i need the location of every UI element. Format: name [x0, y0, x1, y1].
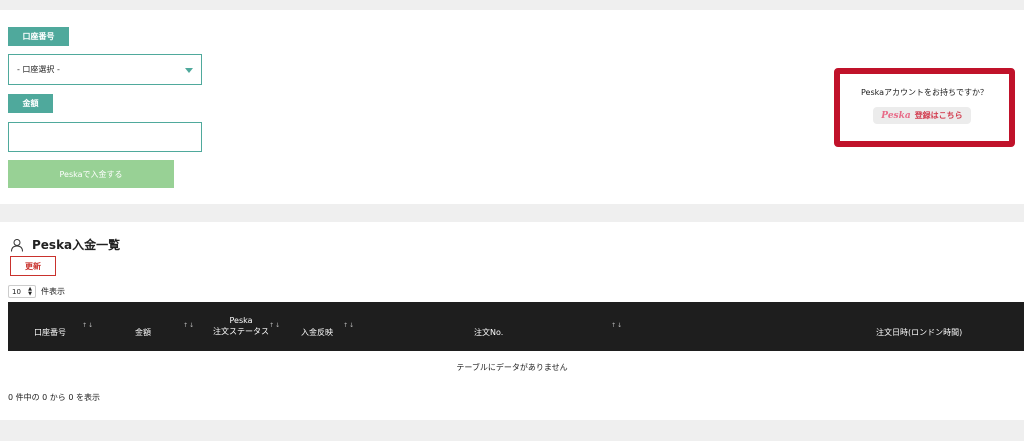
sort-icon[interactable]: ↑↓	[183, 322, 195, 329]
column-account-number[interactable]: 口座番号	[34, 327, 66, 338]
sort-icon[interactable]: ↑↓	[611, 322, 623, 329]
refresh-button[interactable]: 更新	[10, 256, 56, 276]
page-length-control: 10 ▲ ▼ 件表示	[8, 285, 65, 298]
sort-icon[interactable]: ↑↓	[343, 322, 355, 329]
register-label: 登録はこちら	[914, 111, 963, 120]
table-header: 口座番号 ↑↓ 金額 ↑↓ Peska 注文ステータス ↑↓ 入金反映 ↑↓ 注…	[8, 302, 1024, 351]
column-peska-status-line2: 注文ステータス	[213, 327, 269, 336]
deposit-form-panel: 口座番号 - 口座選択 - 金額 Peskaで入金する Peskaアカウントをお…	[0, 10, 1024, 204]
account-select-value: - 口座選択 -	[17, 65, 60, 74]
user-icon	[11, 238, 23, 252]
list-header: Peska入金一覧	[10, 236, 120, 253]
column-order-datetime[interactable]: 注文日時(ロンドン時間)	[876, 327, 962, 338]
empty-table-message: テーブルにデータがありません	[456, 363, 568, 372]
updown-arrows-icon: ▲ ▼	[28, 286, 32, 297]
column-amount[interactable]: 金額	[135, 327, 151, 338]
list-title: Peska入金一覧	[32, 238, 121, 252]
table-info: 0 件中の 0 から 0 を表示	[8, 393, 100, 402]
peska-promo-box: Peskaアカウントをお持ちですか？ Peska 登録はこちら	[834, 68, 1015, 147]
page-length-select[interactable]: 10 ▲ ▼	[8, 285, 36, 298]
column-peska-status-line1: Peska	[229, 316, 253, 325]
peska-logo: Peska	[881, 110, 911, 121]
column-order-no[interactable]: 注文No.	[474, 327, 503, 338]
sort-icon[interactable]: ↑↓	[269, 322, 281, 329]
peska-deposit-button[interactable]: Peskaで入金する	[8, 160, 174, 188]
sort-icon[interactable]: ↑↓	[82, 322, 94, 329]
account-number-label: 口座番号	[8, 27, 69, 46]
amount-label: 金額	[8, 94, 53, 113]
amount-input[interactable]	[8, 122, 202, 152]
column-peska-status[interactable]: Peska 注文ステータス	[206, 315, 276, 337]
account-select[interactable]: - 口座選択 -	[8, 54, 202, 85]
register-button[interactable]: Peska 登録はこちら	[873, 107, 971, 124]
page-length-value: 10	[12, 287, 21, 296]
deposit-list-panel: Peska入金一覧 更新 10 ▲ ▼ 件表示 口座番号 ↑↓ 金額 ↑↓ Pes…	[0, 222, 1024, 420]
chevron-down-icon	[185, 68, 193, 73]
column-deposit-reflected[interactable]: 入金反映	[301, 327, 333, 338]
page-length-suffix: 件表示	[41, 287, 65, 296]
promo-question: Peskaアカウントをお持ちですか？	[860, 88, 989, 97]
